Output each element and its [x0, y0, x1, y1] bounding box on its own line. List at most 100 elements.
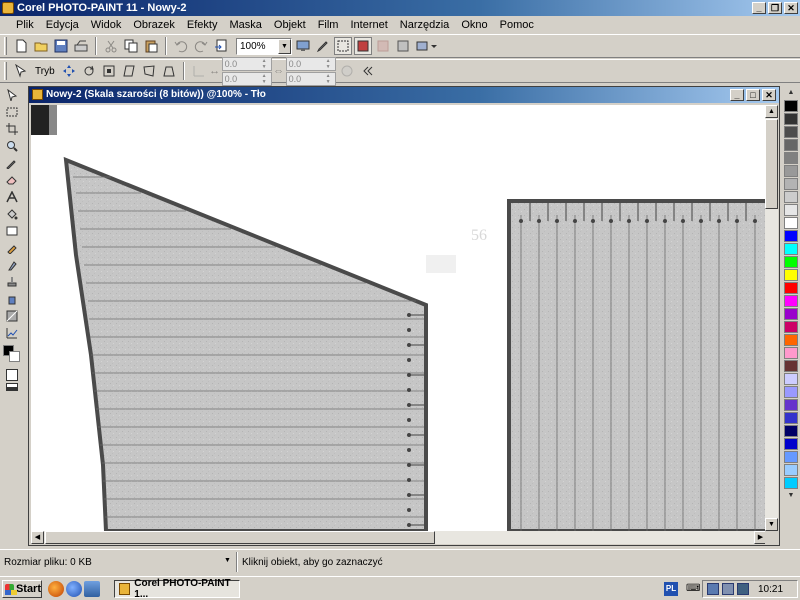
horizontal-scroll-thumb[interactable] — [45, 531, 435, 544]
scroll-left-button[interactable]: ◀ — [31, 531, 44, 544]
palette-swatch[interactable] — [784, 373, 798, 385]
scroll-up-button[interactable]: ▲ — [765, 105, 778, 118]
palette-swatch[interactable] — [784, 217, 798, 229]
palette-swatch[interactable] — [784, 100, 798, 112]
menu-edycja[interactable]: Edycja — [40, 17, 85, 33]
firefox-icon[interactable] — [48, 581, 64, 597]
full-screen-button[interactable] — [294, 37, 312, 55]
doc-maximize-button[interactable]: □ — [746, 89, 760, 101]
taskbar-item-corel[interactable]: Corel PHOTO-PAINT 1... — [114, 578, 240, 600]
palette-scroll-up-button[interactable]: ▲ — [784, 87, 798, 99]
distort-mode-button[interactable] — [140, 62, 158, 80]
palette-swatch[interactable] — [784, 438, 798, 450]
palette-swatch[interactable] — [784, 230, 798, 242]
palette-swatch[interactable] — [784, 204, 798, 216]
keyboard-icon[interactable]: ⌨ — [686, 582, 700, 596]
eraser-tool[interactable] — [3, 172, 21, 188]
palette-swatch[interactable] — [784, 399, 798, 411]
palette-swatch[interactable] — [784, 464, 798, 476]
cut-button[interactable] — [102, 37, 120, 55]
object-picker-mode-button[interactable] — [12, 62, 30, 80]
application-launcher-button[interactable] — [414, 37, 440, 55]
palette-swatch[interactable] — [784, 425, 798, 437]
paint-tool[interactable] — [3, 240, 21, 256]
doc-minimize-button[interactable]: _ — [730, 89, 744, 101]
show-desktop-icon[interactable] — [84, 581, 100, 597]
effect-tool[interactable] — [3, 257, 21, 273]
eyedropper-button[interactable] — [314, 37, 332, 55]
tray-app-icon[interactable] — [707, 583, 719, 595]
menu-widok[interactable]: Widok — [85, 17, 128, 33]
chevron-down-icon[interactable]: ▼ — [278, 38, 291, 54]
mask-tool-button[interactable] — [374, 37, 392, 55]
scale-mode-button[interactable] — [100, 62, 118, 80]
toolbar-grip[interactable] — [4, 37, 7, 55]
vertical-scrollbar[interactable]: ▲ ▼ — [765, 105, 778, 531]
doc-close-button[interactable]: ✕ — [762, 89, 776, 101]
palette-swatch[interactable] — [784, 256, 798, 268]
tray-security-icon[interactable] — [737, 583, 749, 595]
palette-swatch[interactable] — [784, 126, 798, 138]
palette-swatch[interactable] — [784, 321, 798, 333]
new-file-button[interactable] — [12, 37, 30, 55]
crop-tool[interactable] — [3, 121, 21, 137]
menu-pomoc[interactable]: Pomoc — [494, 17, 540, 33]
internet-explorer-icon[interactable] — [66, 581, 82, 597]
clone-tool[interactable] — [3, 274, 21, 290]
language-indicator[interactable]: PL — [664, 582, 678, 596]
size-width-field[interactable]: 0.0 — [285, 56, 336, 71]
position-mode-button[interactable] — [60, 62, 78, 80]
menu-film[interactable]: Film — [312, 17, 345, 33]
palette-swatch[interactable] — [784, 386, 798, 398]
palette-swatch[interactable] — [784, 269, 798, 281]
palette-swatch[interactable] — [784, 165, 798, 177]
open-file-button[interactable] — [32, 37, 50, 55]
zoom-level-select[interactable]: 100% ▼ — [236, 37, 292, 55]
palette-swatch[interactable] — [784, 412, 798, 424]
vertical-scroll-thumb[interactable] — [765, 119, 778, 209]
image-sprayer-tool[interactable] — [3, 291, 21, 307]
palette-swatch[interactable] — [784, 243, 798, 255]
menu-okno[interactable]: Okno — [455, 17, 493, 33]
restore-button[interactable]: ❐ — [768, 2, 782, 14]
text-tool[interactable] — [3, 189, 21, 205]
size-height-field[interactable]: 0.0 — [285, 71, 336, 86]
rectangle-mask-tool[interactable] — [3, 104, 21, 120]
mask-mode-icon[interactable] — [6, 383, 18, 391]
app-title-bar[interactable]: Corel PHOTO-PAINT 11 - Nowy-2 _ ❐ ✕ — [0, 0, 800, 16]
horizontal-scrollbar[interactable]: ◀ ▶ — [31, 531, 767, 544]
clock[interactable]: 10:21 — [758, 584, 783, 595]
palette-swatch[interactable] — [784, 282, 798, 294]
menu-plik[interactable]: Plik — [10, 17, 40, 33]
palette-scroll-down-button[interactable]: ▼ — [784, 490, 798, 502]
lock-ratio-button[interactable] — [338, 62, 356, 80]
palette-swatch[interactable] — [784, 451, 798, 463]
paste-button[interactable] — [142, 37, 160, 55]
menu-efekty[interactable]: Efekty — [181, 17, 224, 33]
rectangle-tool[interactable] — [3, 223, 21, 239]
document-title-bar[interactable]: Nowy-2 (Skala szarości (8 bitów)) @100% … — [29, 87, 779, 103]
start-button[interactable]: Start — [2, 580, 42, 598]
perspective-mode-button[interactable] — [160, 62, 178, 80]
menu-maska[interactable]: Maska — [223, 17, 267, 33]
corel-app-icon[interactable] — [2, 2, 14, 14]
pick-tool[interactable] — [3, 87, 21, 103]
graph-tool[interactable] — [3, 325, 21, 341]
copy-button[interactable] — [122, 37, 140, 55]
skew-mode-button[interactable] — [120, 62, 138, 80]
palette-swatch[interactable] — [784, 360, 798, 372]
scroll-down-button[interactable]: ▼ — [765, 518, 778, 531]
mask-overlay-button[interactable] — [354, 37, 372, 55]
palette-swatch[interactable] — [784, 347, 798, 359]
menu-obrazek[interactable]: Obrazek — [127, 17, 181, 33]
palette-swatch[interactable] — [784, 139, 798, 151]
palette-swatch[interactable] — [784, 113, 798, 125]
redo-button[interactable] — [192, 37, 210, 55]
menu-objekt[interactable]: Objekt — [268, 17, 312, 33]
palette-swatch[interactable] — [784, 191, 798, 203]
position-y-field[interactable]: 0.0 — [221, 71, 272, 86]
minimize-button[interactable]: _ — [752, 2, 766, 14]
object-button[interactable] — [394, 37, 412, 55]
image-canvas[interactable]: 56 — [31, 105, 767, 531]
save-button[interactable] — [52, 37, 70, 55]
